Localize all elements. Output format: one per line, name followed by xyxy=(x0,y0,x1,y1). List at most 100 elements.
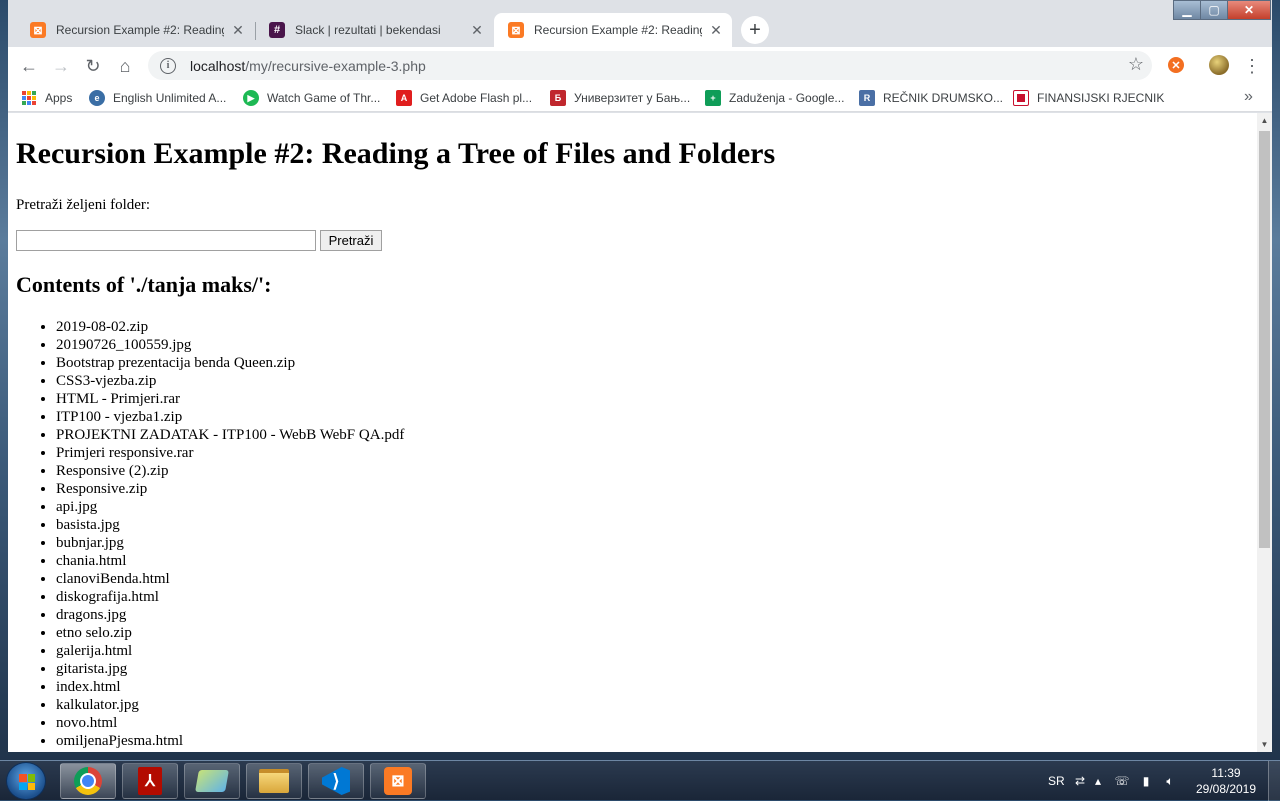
close-icon[interactable]: ✕ xyxy=(469,22,485,38)
network-icon[interactable]: ▮ xyxy=(1138,773,1154,789)
scroll-up-icon[interactable]: ▲ xyxy=(1257,113,1272,128)
close-window-button[interactable]: ✕ xyxy=(1227,0,1271,20)
maximize-button[interactable]: ▢ xyxy=(1200,0,1228,20)
acrobat-icon: ⅄ xyxy=(138,767,162,795)
file-list-item: api.jpg xyxy=(56,498,404,516)
bookmarks-bar: Apps e English Unlimited A... ▶ Watch Ga… xyxy=(8,84,1272,112)
slack-icon: # xyxy=(269,22,285,38)
taskbar-vscode[interactable]: ⟩ xyxy=(308,763,364,799)
extension-icon[interactable]: ✕ xyxy=(1168,57,1184,73)
volume-icon[interactable]: 🔈︎ xyxy=(1162,773,1178,789)
file-list-item: omiljenaPjesma.html xyxy=(56,732,404,750)
tab-title: Slack | rezultati | bekendasi xyxy=(295,23,441,37)
file-list-item: index.html xyxy=(56,678,404,696)
reload-icon[interactable]: ↻ xyxy=(80,53,106,79)
bookmark-university[interactable]: Б Универзитет у Бањ... xyxy=(550,89,690,107)
system-clock[interactable]: 11:39 29/08/2019 xyxy=(1192,765,1260,797)
file-list-item: chania.html xyxy=(56,552,404,570)
clock-time: 11:39 xyxy=(1211,766,1241,780)
contents-heading: Contents of './tanja maks/': xyxy=(16,272,272,297)
tab-strip: ⊠ Recursion Example #2: Reading a ✕ # Sl… xyxy=(8,0,1272,47)
bookmark-english-unlimited[interactable]: e English Unlimited A... xyxy=(89,89,226,107)
tab-recursion-1[interactable]: ⊠ Recursion Example #2: Reading a ✕ xyxy=(16,13,254,47)
page-content: Recursion Example #2: Reading a Tree of … xyxy=(8,113,1257,752)
chrome-icon xyxy=(74,767,102,795)
close-icon[interactable]: ✕ xyxy=(708,22,724,38)
tab-title: Recursion Example #2: Reading a xyxy=(534,23,702,37)
adobe-icon: A xyxy=(396,90,412,106)
home-icon[interactable]: ⌂ xyxy=(112,53,138,79)
search-button[interactable]: Pretraži xyxy=(320,230,382,251)
menu-dots-icon[interactable]: ⋮ xyxy=(1242,53,1262,79)
file-list-item: bubnjar.jpg xyxy=(56,534,404,552)
university-icon: Б xyxy=(550,90,566,106)
file-list-item: etno selo.zip xyxy=(56,624,404,642)
file-list-item: HTML - Primjeri.rar xyxy=(56,390,404,408)
viber-icon[interactable]: ☏ xyxy=(1114,773,1130,789)
file-list-item: ITP100 - vjezba1.zip xyxy=(56,408,404,426)
tab-recursion-active[interactable]: ⊠ Recursion Example #2: Reading a ✕ xyxy=(494,13,732,47)
info-icon[interactable]: i xyxy=(160,57,176,74)
bookmark-star-icon[interactable]: ☆ xyxy=(1128,54,1144,75)
scrollbar-thumb[interactable] xyxy=(1259,131,1270,548)
file-list-item: dragons.jpg xyxy=(56,606,404,624)
file-list-item: CSS3-vjezba.zip xyxy=(56,372,404,390)
start-button[interactable] xyxy=(6,762,46,800)
file-list-item: 2019-08-02.zip xyxy=(56,318,404,336)
file-list-item: kalkulator.jpg xyxy=(56,696,404,714)
bookmark-zaduzenja[interactable]: + Zaduženja - Google... xyxy=(705,89,844,107)
taskbar-chrome[interactable] xyxy=(60,763,116,799)
taskbar-acrobat[interactable]: ⅄ xyxy=(122,763,178,799)
folder-search-input[interactable] xyxy=(16,230,316,251)
taskbar-leaves-app[interactable] xyxy=(184,763,240,799)
language-indicator[interactable]: SR xyxy=(1048,761,1065,801)
tab-slack[interactable]: # Slack | rezultati | bekendasi ✕ xyxy=(255,13,493,47)
play-icon: ▶ xyxy=(243,90,259,106)
address-bar[interactable]: i localhost/my/recursive-example-3.php ☆ xyxy=(148,51,1152,80)
apps-grid-icon xyxy=(22,91,36,105)
bookmark-recnik[interactable]: R REČNIK DRUMSKO... xyxy=(859,89,1003,107)
bookmark-finansijski[interactable]: FINANSIJSKI RJECNIK xyxy=(1013,89,1164,107)
clock-date: 29/08/2019 xyxy=(1195,782,1257,796)
file-list-item: 20190726_100559.jpg xyxy=(56,336,404,354)
url-text[interactable]: localhost/my/recursive-example-3.php xyxy=(190,58,426,74)
forward-icon[interactable]: → xyxy=(48,53,74,79)
browser-toolbar: ← → ↻ ⌂ i localhost/my/recursive-example… xyxy=(8,47,1272,84)
vscode-icon: ⟩ xyxy=(322,767,350,795)
vertical-scrollbar[interactable]: ▲ ▼ xyxy=(1257,113,1272,752)
file-list-item: Responsive (2).zip xyxy=(56,462,404,480)
file-list-item: Bootstrap prezentacija benda Queen.zip xyxy=(56,354,404,372)
book-icon: R xyxy=(859,90,875,106)
windows-taskbar: ⅄ ⟩ ⊠ SR ⇄ ▴ ☏ ▮ 🔈︎ 11:39 29/08/2019 xyxy=(0,760,1280,801)
back-icon[interactable]: ← xyxy=(16,53,42,79)
file-list-item: galerija.html xyxy=(56,642,404,660)
file-list-item: diskografija.html xyxy=(56,588,404,606)
show-hidden-icons-icon[interactable]: ▴ xyxy=(1090,773,1106,789)
bookmark-apps[interactable]: Apps xyxy=(22,89,72,107)
minimize-button[interactable]: ▁ xyxy=(1173,0,1201,20)
taskbar-file-explorer[interactable] xyxy=(246,763,302,799)
xampp-icon: ⊠ xyxy=(30,22,46,38)
new-tab-button[interactable]: + xyxy=(741,16,769,44)
leaves-app-icon xyxy=(195,770,229,792)
bookmark-game-of-thrones[interactable]: ▶ Watch Game of Thr... xyxy=(243,89,380,107)
bookmark-adobe-flash[interactable]: A Get Adobe Flash pl... xyxy=(396,89,532,107)
globe-icon: e xyxy=(89,90,105,106)
file-list-item: gitarista.jpg xyxy=(56,660,404,678)
xampp-icon: ⊠ xyxy=(384,767,412,795)
file-list-item: clanoviBenda.html xyxy=(56,570,404,588)
sheets-icon: + xyxy=(705,90,721,106)
close-icon[interactable]: ✕ xyxy=(230,22,246,38)
browser-window: ⊠ Recursion Example #2: Reading a ✕ # Sl… xyxy=(8,0,1272,752)
file-list-item: basista.jpg xyxy=(56,516,404,534)
show-desktop-button[interactable] xyxy=(1268,761,1280,801)
taskbar-xampp[interactable]: ⊠ xyxy=(370,763,426,799)
tab-title: Recursion Example #2: Reading a xyxy=(56,23,224,37)
keyboard-icon[interactable]: ⇄ xyxy=(1072,773,1088,789)
scroll-down-icon[interactable]: ▼ xyxy=(1257,737,1272,752)
chevron-right-icon[interactable]: » xyxy=(1244,88,1253,106)
profile-avatar[interactable] xyxy=(1209,55,1229,75)
file-list-item: novo.html xyxy=(56,714,404,732)
flag-icon xyxy=(1013,90,1029,106)
windows-logo-icon xyxy=(19,774,35,790)
